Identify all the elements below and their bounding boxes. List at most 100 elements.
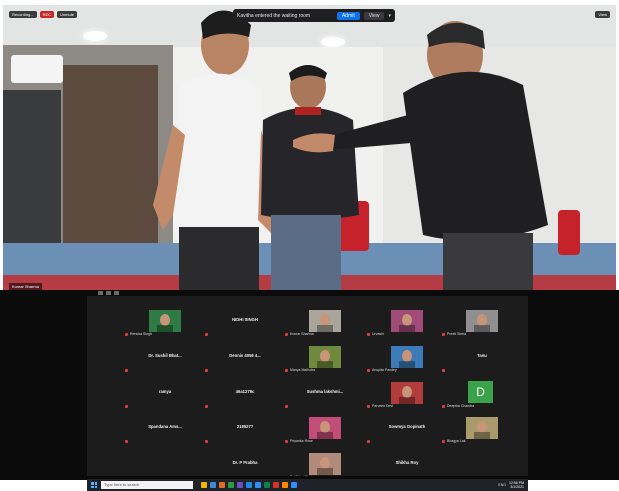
windows-taskbar: Type here to search ENG 12:56 PM 3/1/202… xyxy=(87,479,528,491)
participant-name: NIDHI SINGH xyxy=(232,317,258,322)
participant-name: Sushma lakshmi... xyxy=(306,389,344,394)
muted-mic-icon xyxy=(367,369,370,372)
muted-mic-icon xyxy=(205,369,208,372)
participant-name: Tanu xyxy=(477,353,487,358)
waiting-room-notification: Kavitha entered the waiting room Admit V… xyxy=(233,9,395,22)
participant-tile[interactable]: D Deepika Chandra xyxy=(442,381,522,408)
rec-badge[interactable]: REC xyxy=(39,11,55,18)
participant-tile[interactable]: Shikha Roy xyxy=(367,453,447,479)
participant-video-thumbnail xyxy=(309,310,341,332)
taskbar-app-icon[interactable] xyxy=(219,482,225,488)
recording-indicators: Recording... REC Unmute xyxy=(9,11,78,18)
active-speaker-video[interactable]: Recording... REC Unmute View Kavitha ent… xyxy=(3,5,616,290)
taskbar-app-icon[interactable] xyxy=(228,482,234,488)
participant-name: 46a1279c xyxy=(235,389,255,394)
muted-mic-icon xyxy=(285,440,288,443)
gallery-left-margin xyxy=(0,290,87,480)
participant-label: Urvashi xyxy=(372,332,384,336)
taskbar-app-icon[interactable] xyxy=(210,482,216,488)
participant-tile[interactable]: Dr. Sushil Bhat... xyxy=(125,346,205,372)
participant-tile[interactable]: Sowmya Gopinath xyxy=(367,417,447,443)
participant-name: Spandana Ams... xyxy=(148,424,182,429)
ceiling-light xyxy=(83,31,107,41)
recording-label: Recording... xyxy=(9,11,37,18)
clock-date: 3/1/2021 xyxy=(510,485,524,489)
participant-name: Dr. Sushil Bhat... xyxy=(148,353,182,358)
participant-tile[interactable]: Tanu xyxy=(442,346,522,372)
taskbar-app-icon[interactable] xyxy=(264,482,270,488)
participant-tile[interactable]: 46a1279c xyxy=(205,382,285,408)
participant-tile[interactable]: Parveen Devi xyxy=(367,382,447,408)
participant-name: Dr. P Prabha xyxy=(232,460,258,465)
taskbar-app-icon[interactable] xyxy=(291,482,297,488)
participant-label: Parveen Devi xyxy=(372,404,394,408)
windows-start-icon[interactable] xyxy=(91,482,97,488)
participant-tile[interactable]: Dr. Prisa Singh xyxy=(285,453,365,479)
participant-name: Shikha Roy xyxy=(395,460,419,465)
muted-mic-icon xyxy=(125,369,128,372)
participant-tile[interactable]: 2185277 xyxy=(205,417,285,443)
participant-tile[interactable]: NIDHI SINGH xyxy=(205,310,285,336)
participant-tile[interactable]: Manya Malhotra xyxy=(285,346,365,372)
taskbar-clock[interactable]: 12:56 PM 3/1/2021 xyxy=(509,481,524,489)
view-toggle-button[interactable]: View xyxy=(595,11,610,18)
participant-label: Deepika Chandra xyxy=(447,404,475,408)
taskbar-app-icon[interactable] xyxy=(201,482,207,488)
grid-icon[interactable] xyxy=(98,291,103,295)
unmute-label[interactable]: Unmute xyxy=(57,11,78,18)
participant-video-thumbnail xyxy=(309,417,341,439)
admit-button[interactable]: Admit xyxy=(336,11,360,20)
participant-video-thumbnail xyxy=(391,310,423,332)
participant-name: 2185277 xyxy=(236,424,254,429)
muted-mic-icon xyxy=(285,333,288,336)
system-tray: ENG 12:56 PM 3/1/2021 xyxy=(498,481,528,489)
participant-video-thumbnail xyxy=(466,417,498,439)
speaker-name-tag: Kumar Sharma xyxy=(9,283,42,290)
muted-mic-icon xyxy=(205,440,208,443)
taskbar-app-icon[interactable] xyxy=(237,482,243,488)
participant-tile[interactable]: Sushma lakshmi... xyxy=(285,382,365,408)
muted-mic-icon xyxy=(205,333,208,336)
waiting-room-message: Kavitha entered the waiting room xyxy=(237,12,311,19)
taskbar-app-icons xyxy=(201,482,297,488)
muted-mic-icon xyxy=(442,333,445,336)
fullscreen-icon[interactable] xyxy=(114,291,119,295)
participant-label: Manya Malhotra xyxy=(290,368,316,372)
participant-tile[interactable]: Renuka Singh xyxy=(125,310,205,336)
muted-mic-icon xyxy=(442,405,445,408)
participant-tile[interactable]: Dr. P Prabha xyxy=(205,453,285,479)
participant-tile[interactable]: Dennis 4059 4... xyxy=(205,346,285,372)
muted-mic-icon xyxy=(367,440,370,443)
participant-label: Preeti Sinha xyxy=(447,332,467,336)
muted-mic-icon xyxy=(125,405,128,408)
muted-mic-icon xyxy=(367,333,370,336)
participant-tile[interactable]: Spandana Ams... xyxy=(125,417,205,443)
gallery-view: Renuka Singh NIDHI SINGH Kumar Sharma Urvas… xyxy=(87,296,528,479)
taskbar-app-icon[interactable] xyxy=(273,482,279,488)
video-shelf xyxy=(3,90,61,245)
participant-tile[interactable]: Urvashi xyxy=(367,310,447,336)
muted-mic-icon xyxy=(285,405,288,408)
chevron-down-icon[interactable]: ▾ xyxy=(388,13,391,19)
muted-mic-icon xyxy=(442,440,445,443)
taskbar-app-icon[interactable] xyxy=(282,482,288,488)
participant-tile[interactable]: Anupita Pandey xyxy=(367,346,447,372)
view-waiting-room-button[interactable]: View xyxy=(363,11,385,20)
participant-video-thumbnail xyxy=(309,453,341,475)
participant-tile[interactable]: Priyanka Rose xyxy=(285,417,365,443)
taskbar-app-icon[interactable] xyxy=(255,482,261,488)
participant-label: Bhagya Lak xyxy=(447,439,466,443)
language-indicator[interactable]: ENG xyxy=(498,483,506,487)
participant-video-thumbnail xyxy=(309,346,341,368)
person-instructor xyxy=(293,21,548,290)
participant-label: Priyanka Rose xyxy=(290,439,313,443)
participant-tile[interactable]: Kumar Sharma xyxy=(285,310,365,336)
participant-tile[interactable]: ramya xyxy=(125,382,205,408)
taskbar-search-input[interactable]: Type here to search xyxy=(101,481,193,489)
participant-video-thumbnail xyxy=(391,382,423,404)
participant-tile[interactable]: Bhagya Lak xyxy=(442,417,522,443)
speaker-view-icon[interactable] xyxy=(106,291,111,295)
gallery-controls xyxy=(98,291,119,295)
taskbar-app-icon[interactable] xyxy=(246,482,252,488)
participant-tile[interactable]: Preeti Sinha xyxy=(442,310,522,336)
